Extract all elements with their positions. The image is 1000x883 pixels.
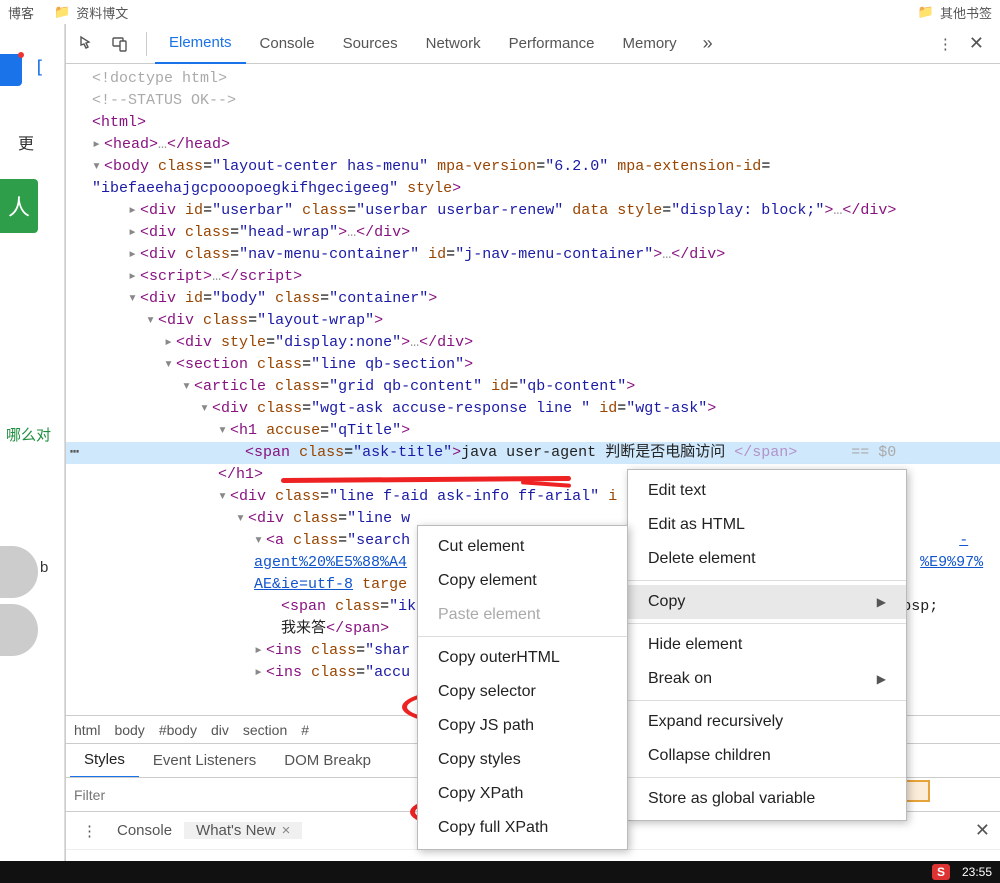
bookmark-bar: 博客 📁 资料博文 📁 其他书签 (0, 0, 1000, 24)
blue-side-button[interactable] (0, 54, 22, 86)
folder-icon: 📁 (918, 4, 934, 20)
taskbar-time: 23:55 (962, 865, 992, 879)
drawer-tab-whatsnew[interactable]: What's New× (184, 822, 302, 839)
devtools-tabs: Elements Console Sources Network Perform… (66, 24, 1000, 64)
menu-copy-selector[interactable]: Copy selector (418, 675, 627, 709)
inspect-icon[interactable] (74, 30, 102, 58)
stab-styles[interactable]: Styles (70, 744, 139, 778)
side-list-button[interactable] (0, 604, 38, 656)
drawer-tab-console[interactable]: Console (105, 822, 184, 839)
menu-edit-html[interactable]: Edit as HTML (628, 508, 906, 542)
bookmark-left[interactable]: 博客 (8, 3, 34, 22)
left-text-3: b (40, 559, 48, 576)
tab-memory[interactable]: Memory (609, 24, 691, 64)
side-search-button[interactable] (0, 546, 38, 598)
bookmark-right[interactable]: 其他书签 (940, 3, 992, 22)
tab-elements[interactable]: Elements (155, 24, 246, 64)
stab-dombreak[interactable]: DOM Breakp (270, 744, 385, 778)
crumb-bodyid[interactable]: #body (159, 722, 197, 738)
crumb-section[interactable]: section (243, 722, 287, 738)
tab-sources[interactable]: Sources (329, 24, 412, 64)
close-tab-icon[interactable]: × (282, 822, 291, 839)
close-drawer-icon[interactable]: ✕ (975, 820, 990, 841)
more-tabs-icon[interactable]: » (697, 33, 719, 54)
menu-copy-xpath[interactable]: Copy XPath (418, 777, 627, 811)
drawer-kebab-icon[interactable]: ⋮ (74, 822, 105, 840)
bracket-icon: [ (34, 57, 45, 78)
tab-network[interactable]: Network (412, 24, 495, 64)
chevron-right-icon: ▶ (877, 595, 886, 609)
menu-paste-element: Paste element (418, 598, 627, 632)
doctype-line: <!doctype html> (92, 70, 227, 87)
menu-collapse-children[interactable]: Collapse children (628, 739, 906, 773)
crumb-body[interactable]: body (114, 722, 144, 738)
menu-copy-element[interactable]: Copy element (418, 564, 627, 598)
page-strip: [ 更 人 哪么对 b (0, 24, 65, 861)
taskbar: S 23:55 (0, 861, 1000, 883)
menu-break-on[interactable]: Break on▶ (628, 662, 906, 696)
menu-copy-fullxpath[interactable]: Copy full XPath (418, 811, 627, 845)
menu-copy[interactable]: Copy▶ (628, 585, 906, 619)
menu-store-global[interactable]: Store as global variable (628, 782, 906, 816)
selected-dom-node[interactable]: ⋯ <span class="ask-title">java user-agen… (66, 442, 1000, 464)
context-menu-copy: Cut element Copy element Paste element C… (417, 525, 628, 850)
green-side-button[interactable]: 人 (0, 179, 38, 233)
tab-console[interactable]: Console (246, 24, 329, 64)
kebab-icon[interactable]: ⋮ (930, 35, 961, 53)
menu-delete-element[interactable]: Delete element (628, 542, 906, 576)
menu-copy-styles[interactable]: Copy styles (418, 743, 627, 777)
crumb-html[interactable]: html (74, 722, 100, 738)
bookmark-folder[interactable]: 资料博文 (76, 3, 128, 22)
comment-line: <!--STATUS OK--> (92, 92, 236, 109)
left-text-2: 哪么对 (6, 424, 51, 445)
tab-performance[interactable]: Performance (495, 24, 609, 64)
red-dot-icon (18, 52, 24, 58)
folder-icon: 📁 (54, 4, 70, 20)
device-toggle-icon[interactable] (106, 30, 134, 58)
context-menu-main: Edit text Edit as HTML Delete element Co… (627, 469, 907, 821)
crumb-div[interactable]: div (211, 722, 229, 738)
menu-hide-element[interactable]: Hide element (628, 628, 906, 662)
menu-edit-text[interactable]: Edit text (628, 474, 906, 508)
menu-copy-outerhtml[interactable]: Copy outerHTML (418, 641, 627, 675)
left-text-1: 更 (18, 130, 34, 154)
chevron-right-icon: ▶ (877, 672, 886, 686)
close-devtools-icon[interactable]: ✕ (961, 33, 992, 54)
menu-copy-jspath[interactable]: Copy JS path (418, 709, 627, 743)
menu-cut-element[interactable]: Cut element (418, 530, 627, 564)
stab-listeners[interactable]: Event Listeners (139, 744, 270, 778)
html-open[interactable]: <html> (92, 114, 146, 131)
crumb-more[interactable]: # (301, 722, 309, 738)
menu-expand-recursively[interactable]: Expand recursively (628, 705, 906, 739)
ime-badge[interactable]: S (932, 864, 950, 880)
